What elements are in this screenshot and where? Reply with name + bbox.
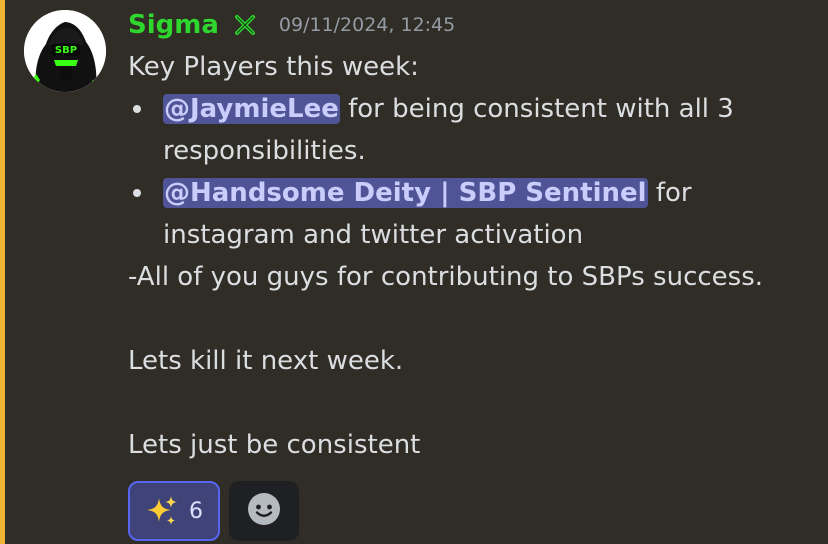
message-line-intro: Key Players this week: — [128, 52, 419, 82]
bullet-dot — [133, 105, 141, 113]
reaction-count: 6 — [189, 498, 203, 524]
green-x-badge-icon[interactable] — [233, 13, 257, 37]
mention-jaymielee[interactable]: @JaymieLee — [163, 94, 340, 124]
sparkles-icon — [145, 494, 179, 528]
list-item-text-continued: instagram and twitter activation — [163, 220, 584, 250]
smiley-add-reaction-icon — [247, 492, 281, 530]
list-item-text: for — [647, 178, 692, 208]
list-item-text: for being consistent with all 3 — [339, 94, 734, 124]
avatar[interactable]: SBP — [24, 10, 106, 92]
list-item-handsome-deity: @Handsome Deity | SBP Sentinel for insta… — [128, 172, 818, 256]
mention-handsome-deity[interactable]: @Handsome Deity | SBP Sentinel — [163, 178, 648, 208]
bullet-dot — [133, 189, 141, 197]
reaction-sparkles-button[interactable]: 6 — [128, 481, 220, 541]
message-content: Key Players this week: @JaymieLee for be… — [128, 46, 818, 466]
list-item-jaymielee: @JaymieLee for being consistent with all… — [128, 88, 818, 172]
message-header: Sigma 09/11/2024, 12:45 — [128, 8, 455, 42]
mention-highlight-bar — [0, 0, 5, 544]
add-reaction-button[interactable] — [229, 481, 299, 541]
avatar-image: SBP — [24, 10, 106, 92]
reactions-bar: 6 — [128, 481, 299, 541]
message-timestamp[interactable]: 09/11/2024, 12:45 — [279, 14, 455, 36]
message-line-contrib: -All of you guys for contributing to SBP… — [128, 262, 764, 292]
message-line-kill: Lets kill it next week. — [128, 346, 404, 376]
message-line-consistent: Lets just be consistent — [128, 430, 421, 460]
username[interactable]: Sigma — [128, 10, 219, 40]
list-item-text-continued: responsibilities. — [163, 136, 366, 166]
svg-text:SBP: SBP — [55, 45, 77, 56]
